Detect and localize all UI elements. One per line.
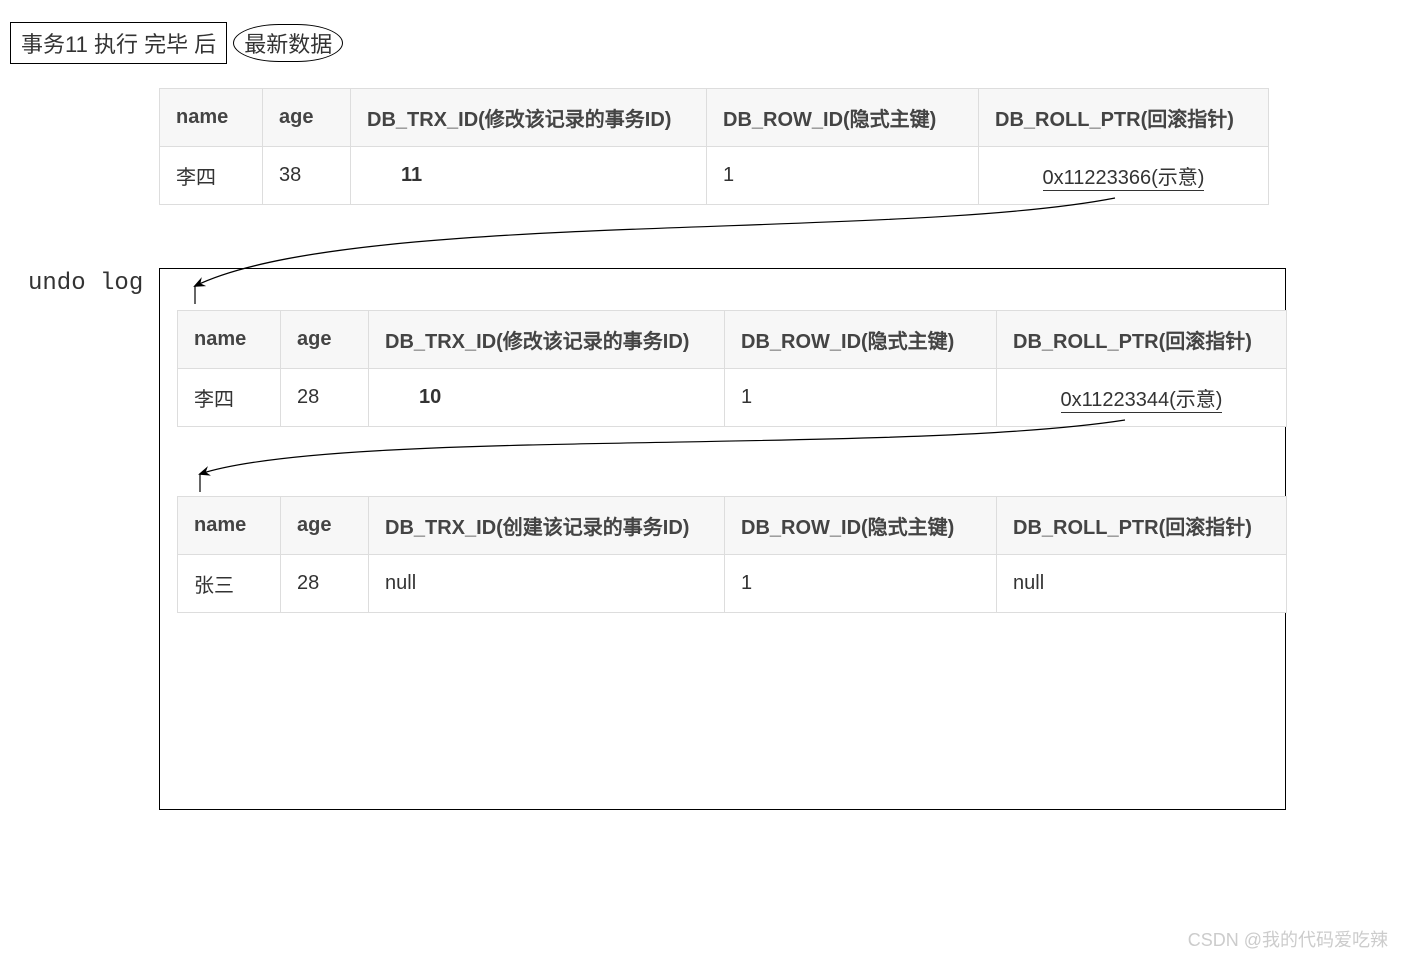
- undo2-age: 28: [281, 555, 369, 613]
- current-name: 李四: [160, 147, 263, 205]
- undo1-age: 28: [281, 369, 369, 427]
- col-trx-header: DB_TRX_ID(创建该记录的事务ID): [369, 497, 725, 555]
- undo-log-label: undo log: [28, 270, 143, 297]
- table-header-row: name age DB_TRX_ID(修改该记录的事务ID) DB_ROW_ID…: [160, 89, 1269, 147]
- col-roll-header: DB_ROLL_PTR(回滚指针): [979, 89, 1269, 147]
- latest-data-badge: 最新数据: [233, 24, 343, 62]
- col-roll-header: DB_ROLL_PTR(回滚指针): [997, 497, 1287, 555]
- undo-record-2-table: name age DB_TRX_ID(创建该记录的事务ID) DB_ROW_ID…: [177, 496, 1287, 613]
- diagram-title-bar: 事务11 执行 完毕 后 最新数据: [10, 22, 343, 64]
- undo1-roll: 0x11223344(示意): [997, 369, 1287, 427]
- csdn-watermark: CSDN @我的代码爱吃辣: [1188, 926, 1388, 952]
- current-roll: 0x11223366(示意): [979, 147, 1269, 205]
- current-age: 38: [263, 147, 351, 205]
- current-trx: 11: [351, 147, 707, 205]
- col-name-header: name: [160, 89, 263, 147]
- col-row-header: DB_ROW_ID(隐式主键): [707, 89, 979, 147]
- undo1-trx: 10: [369, 369, 725, 427]
- table-row: 张三 28 null 1 null: [178, 555, 1287, 613]
- current-row: 1: [707, 147, 979, 205]
- diagram-title: 事务11 执行 完毕 后: [10, 22, 227, 64]
- col-row-header: DB_ROW_ID(隐式主键): [725, 497, 997, 555]
- table-row: 李四 28 10 1 0x11223344(示意): [178, 369, 1287, 427]
- col-name-header: name: [178, 311, 281, 369]
- table-header-row: name age DB_TRX_ID(修改该记录的事务ID) DB_ROW_ID…: [178, 311, 1287, 369]
- col-age-header: age: [281, 311, 369, 369]
- col-trx-header: DB_TRX_ID(修改该记录的事务ID): [351, 89, 707, 147]
- table-row: 李四 38 11 1 0x11223366(示意): [160, 147, 1269, 205]
- table-header-row: name age DB_TRX_ID(创建该记录的事务ID) DB_ROW_ID…: [178, 497, 1287, 555]
- undo1-name: 李四: [178, 369, 281, 427]
- undo2-name: 张三: [178, 555, 281, 613]
- col-name-header: name: [178, 497, 281, 555]
- undo2-roll: null: [997, 555, 1287, 613]
- col-age-header: age: [281, 497, 369, 555]
- col-roll-header: DB_ROLL_PTR(回滚指针): [997, 311, 1287, 369]
- undo2-trx: null: [369, 555, 725, 613]
- current-record-table: name age DB_TRX_ID(修改该记录的事务ID) DB_ROW_ID…: [159, 88, 1269, 205]
- undo2-row: 1: [725, 555, 997, 613]
- col-trx-header: DB_TRX_ID(修改该记录的事务ID): [369, 311, 725, 369]
- undo1-row: 1: [725, 369, 997, 427]
- col-age-header: age: [263, 89, 351, 147]
- col-row-header: DB_ROW_ID(隐式主键): [725, 311, 997, 369]
- undo-record-1-table: name age DB_TRX_ID(修改该记录的事务ID) DB_ROW_ID…: [177, 310, 1287, 427]
